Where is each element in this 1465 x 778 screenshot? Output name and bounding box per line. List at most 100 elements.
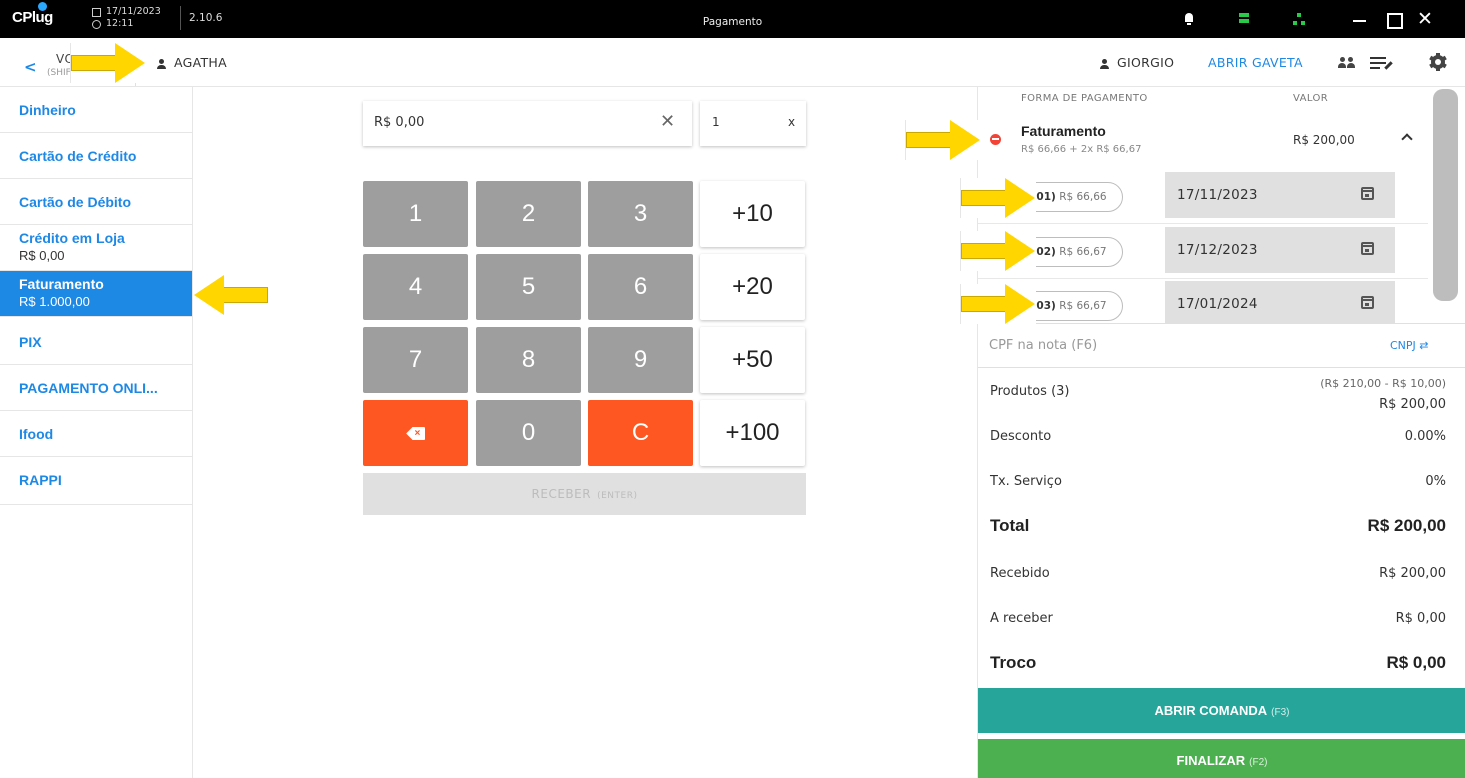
payment-method-label: PAGAMENTO ONLI... xyxy=(19,380,158,396)
amount-input[interactable]: R$ 0,00 ✕ xyxy=(363,101,692,146)
payment-methods-sidebar: Dinheiro Cartão de Crédito Cartão de Déb… xyxy=(0,87,193,778)
change-value: R$ 0,00 xyxy=(1386,653,1446,672)
payment-method-debito[interactable]: Cartão de Débito xyxy=(0,179,192,225)
cnpj-toggle[interactable]: CNPJ ⇄ xyxy=(1390,339,1429,352)
key-3[interactable]: 3 xyxy=(588,181,693,247)
payment-method-credito[interactable]: Cartão de Crédito xyxy=(0,133,192,179)
to-receive-value: R$ 0,00 xyxy=(1395,611,1446,626)
payment-method-label: PIX xyxy=(19,334,42,350)
open-order-button[interactable]: ABRIR COMANDA (F3) xyxy=(978,688,1465,733)
quantity-value: 1 xyxy=(712,115,720,129)
payment-method-label: Crédito em Loja xyxy=(19,230,125,246)
key-0[interactable]: 0 xyxy=(476,400,581,466)
key-5[interactable]: 5 xyxy=(476,254,581,320)
discount-value[interactable]: 0.00% xyxy=(1405,429,1446,444)
backspace-key[interactable]: × xyxy=(363,400,468,466)
annotation-arrow-icon xyxy=(960,231,1036,271)
key-4[interactable]: 4 xyxy=(363,254,468,320)
payment-method-label: Ifood xyxy=(19,426,54,442)
network-status-icon[interactable] xyxy=(1292,12,1306,26)
annotation-arrow-icon xyxy=(905,120,981,160)
to-receive-label: A receber xyxy=(990,611,1053,626)
payment-method-balance: R$ 0,00 xyxy=(19,248,65,263)
service-fee-value[interactable]: 0% xyxy=(1425,474,1446,489)
maximize-button[interactable] xyxy=(1378,4,1408,34)
payments-scrollbar[interactable] xyxy=(1433,89,1458,301)
person-icon xyxy=(1099,58,1109,69)
key-2[interactable]: 2 xyxy=(476,181,581,247)
calendar-icon[interactable] xyxy=(1361,242,1374,255)
swap-icon: ⇄ xyxy=(1419,339,1429,352)
quantity-input[interactable]: 1 x xyxy=(700,101,806,146)
page-header: < VOLTAR (SHIFT+ESC) AGATHA GIORGIO ABRI… xyxy=(0,38,1465,87)
column-header-value: VALOR xyxy=(1293,93,1329,104)
remove-payment-icon[interactable] xyxy=(990,134,1001,145)
payment-method-rappi[interactable]: RAPPI xyxy=(0,457,192,505)
payment-method-dinheiro[interactable]: Dinheiro xyxy=(0,87,192,133)
open-order-shortcut-hint: (F3) xyxy=(1271,707,1290,718)
calendar-icon[interactable] xyxy=(1361,187,1374,200)
quantity-suffix: x xyxy=(788,115,796,129)
quick-add-20[interactable]: +20 xyxy=(700,254,805,320)
clock-icon xyxy=(92,19,101,29)
payment-method-online[interactable]: PAGAMENTO ONLI... xyxy=(0,365,192,411)
app-logo: CPlug xyxy=(12,2,53,26)
installment-amount: R$ 66,67 xyxy=(1059,300,1107,312)
installment-date-field[interactable]: 17/12/2023 xyxy=(1165,227,1395,273)
payment-method-label: Faturamento xyxy=(19,276,104,292)
amount-value: R$ 0,00 xyxy=(374,115,425,130)
app-window: CPlug 17/11/2023 12:11 2.10.6 Pagamento … xyxy=(0,0,1465,778)
logo-dot-icon xyxy=(38,2,47,11)
products-value: R$ 200,00 xyxy=(1379,397,1446,412)
app-version: 2.10.6 xyxy=(180,6,222,30)
receive-button[interactable]: RECEBER (ENTER) xyxy=(363,473,806,515)
current-date: 17/11/2023 xyxy=(106,6,161,17)
installment-number: 03) xyxy=(1036,300,1056,312)
quick-add-50[interactable]: +50 xyxy=(700,327,805,393)
payment-method-faturamento[interactable]: Faturamento R$ 1.000,00 xyxy=(0,271,192,317)
quick-add-10[interactable]: +10 xyxy=(700,181,805,247)
applied-payment-detail: R$ 66,66 + 2x R$ 66,67 xyxy=(1021,144,1142,155)
server-status-icon[interactable] xyxy=(1237,12,1251,26)
receive-label: RECEBER xyxy=(531,487,592,501)
clear-amount-icon[interactable]: ✕ xyxy=(660,111,675,132)
installment-number: 02) xyxy=(1036,246,1056,258)
person-icon xyxy=(156,58,166,69)
service-fee-label: Tx. Serviço xyxy=(990,474,1062,489)
operator-selector[interactable]: GIORGIO xyxy=(1099,55,1174,70)
minimize-button[interactable] xyxy=(1345,4,1375,34)
chevron-up-icon[interactable] xyxy=(1401,132,1413,144)
quick-add-100[interactable]: +100 xyxy=(700,400,805,466)
payment-method-credito-loja[interactable]: Crédito em Loja R$ 0,00 xyxy=(0,225,192,271)
annotation-arrow-icon xyxy=(70,43,146,83)
installment-date-field[interactable]: 17/11/2023 xyxy=(1165,172,1395,218)
clear-key[interactable]: C xyxy=(588,400,693,466)
key-1[interactable]: 1 xyxy=(363,181,468,247)
installment-row: 03) R$ 66,67 17/01/2024 xyxy=(978,281,1428,323)
calendar-icon xyxy=(92,7,101,17)
close-window-button[interactable]: ✕ xyxy=(1410,4,1440,34)
open-drawer-button[interactable]: ABRIR GAVETA xyxy=(1208,55,1303,70)
products-breakdown: (R$ 210,00 - R$ 10,00) xyxy=(1320,377,1446,390)
installment-date-field[interactable]: 17/01/2024 xyxy=(1165,281,1395,323)
payment-method-ifood[interactable]: Ifood xyxy=(0,411,192,457)
edit-list-icon[interactable] xyxy=(1370,56,1393,72)
key-9[interactable]: 9 xyxy=(588,327,693,393)
finish-button[interactable]: FINALIZAR (F2) xyxy=(978,739,1465,778)
payment-method-pix[interactable]: PIX xyxy=(0,317,192,365)
key-7[interactable]: 7 xyxy=(363,327,468,393)
installment-date: 17/11/2023 xyxy=(1177,187,1258,203)
installment-date: 17/12/2023 xyxy=(1177,242,1258,258)
client-name: AGATHA xyxy=(174,55,227,70)
gear-icon[interactable] xyxy=(1429,53,1447,71)
client-selector[interactable]: AGATHA xyxy=(156,55,227,70)
group-icon[interactable] xyxy=(1338,57,1356,69)
applied-payment-method: Faturamento xyxy=(1021,123,1106,139)
notification-bell-icon[interactable] xyxy=(1182,12,1196,26)
calendar-icon[interactable] xyxy=(1361,296,1374,309)
key-8[interactable]: 8 xyxy=(476,327,581,393)
payment-method-balance: R$ 1.000,00 xyxy=(19,294,90,309)
brand-name: CPlug xyxy=(12,9,53,26)
key-6[interactable]: 6 xyxy=(588,254,693,320)
cpf-field[interactable]: CPF na nota (F6) CNPJ ⇄ xyxy=(978,323,1465,368)
